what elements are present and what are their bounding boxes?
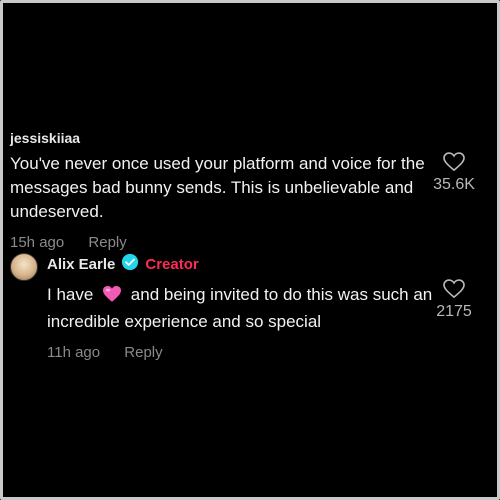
comment-body: Alix Earle Creator I have and being invi… [47,253,487,361]
comment-text: You've never once used your platform and… [10,154,425,221]
avatar[interactable] [10,253,38,281]
heart-outline-icon [443,152,465,172]
creator-badge: Creator [145,255,199,273]
comment-header: Alix Earle Creator [47,253,487,275]
comment-timestamp: 15h ago [10,234,65,251]
verified-badge-icon [121,253,139,275]
comment-text-before: I have [47,285,94,304]
like-count: 2175 [436,303,472,320]
comment-timestamp: 11h ago [47,344,101,361]
comment-username[interactable]: jessiskiiaa [10,130,490,146]
comment-username[interactable]: Alix Earle [47,256,115,273]
like-count: 35.6K [433,176,475,193]
pink-heart-emoji [102,285,122,310]
like-button[interactable]: 35.6K [424,152,484,194]
reply-button[interactable]: Reply [124,344,162,361]
comment-meta: 15h ago Reply [10,234,490,251]
like-button[interactable]: 2175 [424,279,484,321]
heart-outline-icon [443,279,465,299]
comment-item: jessiskiiaa You've never once used your … [10,130,490,251]
comment-text: I have and being invited to do this was … [47,283,437,334]
comment-meta: 11h ago Reply [47,344,487,361]
reply-button[interactable]: Reply [88,234,126,251]
